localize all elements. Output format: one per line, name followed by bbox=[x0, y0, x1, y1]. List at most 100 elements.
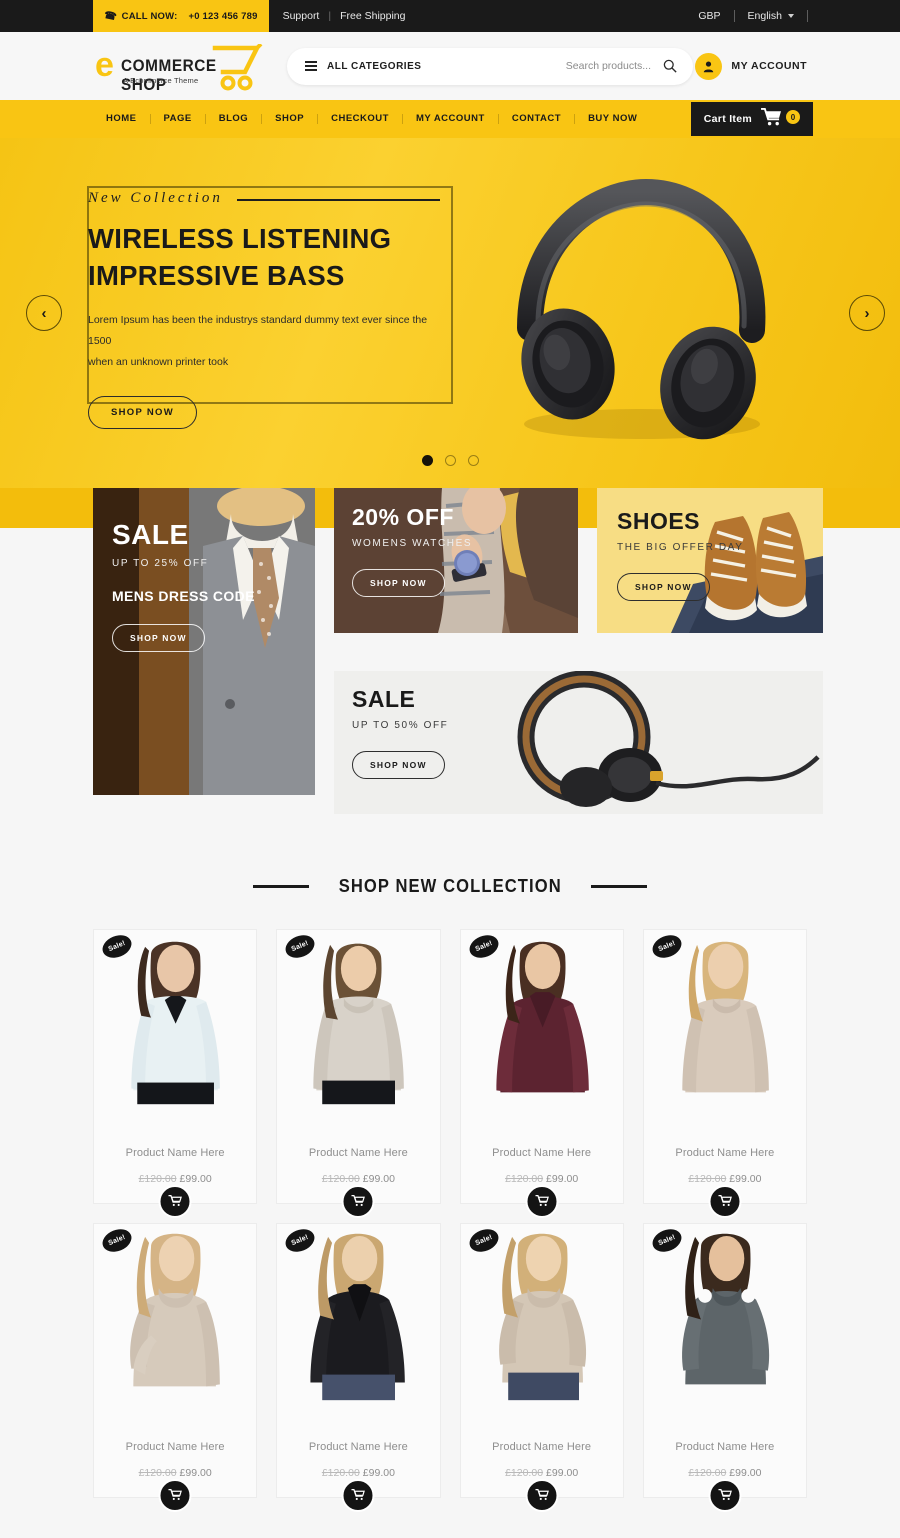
promo-sale-heading: SALE bbox=[352, 686, 416, 712]
call-now-pill[interactable]: ☎ CALL NOW: +0 123 456 789 bbox=[93, 0, 269, 32]
top-bar-links: Support | Free Shipping bbox=[269, 0, 420, 32]
search-icon bbox=[663, 59, 677, 76]
add-to-cart-button[interactable] bbox=[341, 1479, 375, 1512]
cart-icon bbox=[717, 1488, 732, 1504]
add-to-cart-button[interactable] bbox=[525, 1479, 559, 1512]
call-now-label: CALL NOW: bbox=[121, 10, 178, 22]
nav-link-page[interactable]: PAGE bbox=[151, 113, 206, 125]
nav-link-shop[interactable]: SHOP bbox=[262, 113, 319, 125]
main-navigation: HOME PAGE BLOG SHOP CHECKOUT MY ACCOUNT … bbox=[0, 100, 900, 138]
add-to-cart-button[interactable] bbox=[341, 1185, 375, 1218]
promo-sale-shop-now-button[interactable]: SHOP NOW bbox=[352, 751, 445, 779]
product-price: £120.00 £99.00 bbox=[94, 1173, 256, 1185]
product-old-price: £120.00 bbox=[505, 1467, 544, 1479]
promo-banner-watches[interactable]: 20% OFF WOMENS WATCHES SHOP NOW bbox=[334, 488, 578, 633]
cart-icon bbox=[168, 1488, 183, 1504]
hero-eyebrow: New Collection bbox=[88, 190, 440, 207]
promo-watches-shop-now-button[interactable]: SHOP NOW bbox=[352, 569, 445, 597]
language-selector[interactable]: English bbox=[735, 10, 807, 22]
promo-shoes-sub: THE BIG OFFER DAY bbox=[617, 542, 744, 553]
product-card[interactable]: Sale! Product Name Here £120.00 £99.00 bbox=[459, 1223, 624, 1512]
nav-item: BLOG bbox=[206, 100, 263, 138]
nav-item: CHECKOUT bbox=[318, 100, 403, 138]
search-input[interactable] bbox=[421, 60, 663, 72]
add-to-cart-button[interactable] bbox=[525, 1185, 559, 1218]
nav-link-home[interactable]: HOME bbox=[93, 113, 151, 125]
cart-icon bbox=[351, 1194, 366, 1210]
promo-watches-sub: WOMENS WATCHES bbox=[352, 538, 473, 549]
product-price: £120.00 £99.00 bbox=[644, 1467, 806, 1479]
product-image bbox=[277, 930, 440, 1116]
hero-shop-now-button[interactable]: SHOP NOW bbox=[88, 396, 198, 430]
add-to-cart-button[interactable] bbox=[158, 1185, 192, 1218]
carousel-prev-button[interactable]: ‹ bbox=[26, 295, 62, 331]
cart-icon bbox=[168, 1194, 183, 1210]
carousel-dot-3[interactable] bbox=[467, 455, 479, 466]
promo-banner-shoes[interactable]: SHOES THE BIG OFFER DAY SHOP NOW bbox=[597, 488, 823, 633]
nav-link-checkout[interactable]: CHECKOUT bbox=[318, 113, 403, 125]
all-categories-label[interactable]: ALL CATEGORIES bbox=[327, 61, 421, 72]
free-shipping-link[interactable]: Free Shipping bbox=[340, 10, 405, 22]
nav-item: SHOP bbox=[262, 100, 319, 138]
promo-mens-sub: UP TO 25% OFF bbox=[112, 558, 209, 569]
product-card[interactable]: Sale! Product Name Here £120.00 £99.00 bbox=[276, 1223, 441, 1512]
section-heading: SHOP NEW COLLECTION bbox=[93, 876, 807, 897]
page-title: SHOP NEW COLLECTION bbox=[338, 876, 562, 896]
nav-item: MY ACCOUNT bbox=[403, 100, 499, 138]
currency-selector[interactable]: GBP bbox=[685, 10, 733, 22]
nav-link-my-account[interactable]: MY ACCOUNT bbox=[403, 113, 499, 125]
nav-item: BUY NOW bbox=[575, 100, 650, 138]
product-card[interactable]: Sale! Product Name Here £120.00 £99.00 bbox=[642, 929, 807, 1218]
support-link[interactable]: Support bbox=[283, 10, 320, 22]
chevron-down-icon bbox=[788, 14, 794, 18]
search-button[interactable] bbox=[663, 59, 677, 73]
promo-mens-content: SALE UP TO 25% OFF MENS DRESS CODE SHOP … bbox=[112, 521, 255, 652]
language-label: English bbox=[747, 10, 782, 22]
hero-title-line2: IMPRESSIVE BASS bbox=[88, 259, 345, 291]
hamburger-icon[interactable] bbox=[305, 61, 317, 71]
shopping-cart-icon bbox=[211, 42, 263, 97]
nav-link-blog[interactable]: BLOG bbox=[206, 113, 263, 125]
nav-item: PAGE bbox=[151, 100, 206, 138]
promo-sale-content: SALE UP TO 50% OFF SHOP NOW bbox=[352, 688, 448, 779]
product-old-price: £120.00 bbox=[321, 1467, 360, 1479]
product-card[interactable]: Sale! Product Name Here £120.00 £99.00 bbox=[642, 1223, 807, 1512]
add-to-cart-button[interactable] bbox=[708, 1185, 742, 1218]
product-card[interactable]: Sale! Product Name Here £120.00 £99.00 bbox=[93, 1223, 258, 1512]
product-card[interactable]: Sale! Product Name Here £120.00 £99.00 bbox=[93, 929, 258, 1218]
carousel-dot-2[interactable] bbox=[444, 455, 456, 466]
link-separator: | bbox=[328, 10, 332, 22]
promo-mens-shop-now-button[interactable]: SHOP NOW bbox=[112, 624, 205, 652]
cart-button[interactable]: Cart Item 0 bbox=[690, 102, 813, 136]
promo-banner-mens[interactable]: SALE UP TO 25% OFF MENS DRESS CODE SHOP … bbox=[93, 488, 315, 795]
nav-link-contact[interactable]: CONTACT bbox=[499, 113, 576, 125]
heading-rule-right bbox=[591, 885, 648, 888]
site-logo[interactable]: e COMMERCE SHOP A Ecommerce Theme bbox=[93, 40, 265, 94]
search-bar[interactable]: ALL CATEGORIES bbox=[287, 47, 693, 85]
nav-link-buy-now[interactable]: BUY NOW bbox=[575, 113, 650, 124]
product-image bbox=[460, 930, 623, 1116]
promo-shoes-heading: SHOES bbox=[617, 508, 701, 534]
hero-title: WIRELESS LISTENING IMPRESSIVE BASS bbox=[88, 221, 488, 294]
add-to-cart-button[interactable] bbox=[158, 1479, 192, 1512]
product-card[interactable]: Sale! Product Name Here £120.00 £99.00 bbox=[276, 929, 441, 1218]
phone-number: +0 123 456 789 bbox=[188, 10, 258, 22]
product-old-price: £120.00 bbox=[505, 1173, 544, 1185]
carousel-next-button[interactable]: › bbox=[849, 295, 885, 331]
product-card[interactable]: Sale! Product Name Here £120.00 £99.00 bbox=[459, 929, 624, 1218]
hero-eyebrow-text: New Collection bbox=[88, 190, 223, 206]
hero-desc-line2: when an unknown printer took bbox=[88, 356, 229, 369]
top-bar-right: GBP English bbox=[685, 0, 900, 32]
product-name: Product Name Here bbox=[308, 1147, 408, 1159]
promo-watches-content: 20% OFF WOMENS WATCHES SHOP NOW bbox=[352, 506, 472, 597]
promo-shoes-shop-now-button[interactable]: SHOP NOW bbox=[617, 573, 710, 601]
top-bar: ☎ CALL NOW: +0 123 456 789 Support | Fre… bbox=[0, 0, 900, 32]
promo-grid: SALE UP TO 25% OFF MENS DRESS CODE SHOP … bbox=[93, 488, 823, 814]
product-new-price: £99.00 bbox=[179, 1173, 212, 1185]
my-account-button[interactable]: MY ACCOUNT bbox=[695, 52, 807, 80]
product-image bbox=[94, 1224, 257, 1410]
product-price: £120.00 £99.00 bbox=[277, 1173, 439, 1185]
promo-banner-headphone-sale[interactable]: SALE UP TO 50% OFF SHOP NOW bbox=[334, 671, 823, 814]
add-to-cart-button[interactable] bbox=[708, 1479, 742, 1512]
carousel-dot-1[interactable] bbox=[421, 455, 433, 466]
